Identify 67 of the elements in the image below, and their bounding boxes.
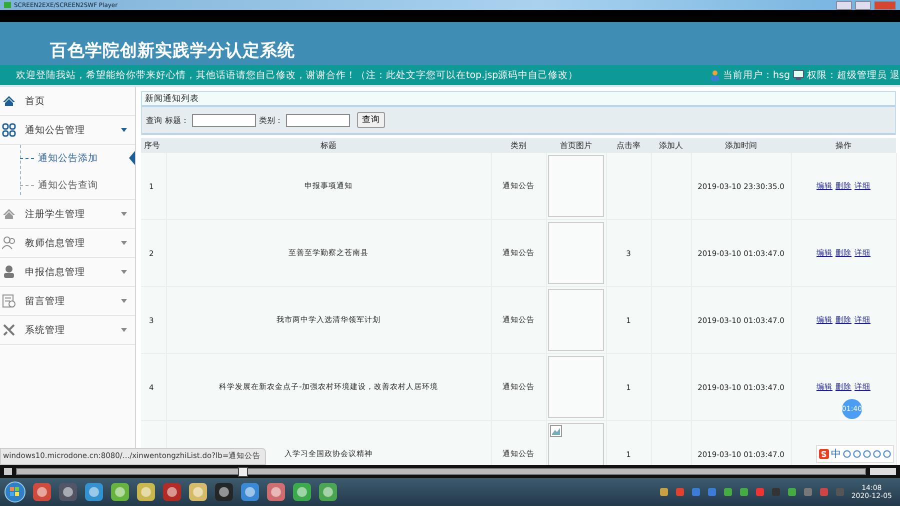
column-header: 操作 xyxy=(791,138,896,153)
house-icon xyxy=(2,207,16,221)
app-icon xyxy=(240,482,260,502)
panel-title: 新闻通知列表 xyxy=(145,92,199,104)
column-header: 首页图片 xyxy=(546,138,606,153)
ime-logo-icon xyxy=(819,449,829,459)
sidebar-item[interactable]: 注册学生管理 xyxy=(0,200,135,229)
search-button[interactable]: 查询 xyxy=(357,112,385,128)
app-icon xyxy=(84,482,104,502)
sidebar-item[interactable]: 留言管理 xyxy=(0,287,135,316)
app-icon xyxy=(318,482,338,502)
app-icon xyxy=(266,482,286,502)
app-icon xyxy=(162,482,182,502)
field-label: 类别： xyxy=(259,114,283,126)
tray-icon xyxy=(819,487,830,497)
sidebar-item[interactable]: 通知公告管理 xyxy=(0,116,135,145)
input-field[interactable] xyxy=(192,114,256,126)
field-label: 标题： xyxy=(165,114,189,126)
tray-icon xyxy=(787,487,798,497)
system-title: 百色学院创新实践学分认定系统 xyxy=(50,40,295,62)
app-icon xyxy=(188,482,208,502)
sidebar-item[interactable]: 申报信息管理 xyxy=(0,258,135,287)
current-user: 当前用户：hsg xyxy=(722,68,790,82)
person-icon xyxy=(2,265,16,279)
ime-mode[interactable]: 中 xyxy=(831,447,841,461)
tray-icon xyxy=(771,487,782,497)
column-header: 点击率 xyxy=(606,138,651,153)
minimize-button[interactable] xyxy=(836,0,852,10)
tray-icon xyxy=(707,487,718,497)
tray-icon xyxy=(803,487,814,497)
tray-icon xyxy=(675,487,686,497)
tray-icon xyxy=(723,487,734,497)
input-field[interactable] xyxy=(286,114,350,126)
seek-bar[interactable] xyxy=(16,468,866,475)
user-role: 权限：超级管理员 xyxy=(807,68,887,82)
sidebar-item[interactable]: 首页 xyxy=(0,87,135,116)
people-icon xyxy=(2,236,16,250)
tray-icon xyxy=(755,487,766,497)
user-icon xyxy=(708,70,720,80)
app-icon xyxy=(110,482,130,502)
tray-icon xyxy=(659,487,670,497)
app-icon xyxy=(4,1,11,9)
column-header: 标题 xyxy=(166,138,491,153)
home-icon xyxy=(2,94,16,108)
column-header: 序号 xyxy=(141,138,166,153)
app-icon xyxy=(32,482,52,502)
column-header: 添加人 xyxy=(651,138,691,153)
submenu-item[interactable]: 通知公告查询 xyxy=(0,172,135,199)
sidebar-item[interactable]: 教师信息管理 xyxy=(0,229,135,258)
monitor-icon xyxy=(793,70,804,80)
app-icon xyxy=(136,482,156,502)
app-icon xyxy=(58,482,78,502)
tools-icon xyxy=(2,323,16,337)
welcome-text: 欢迎登陆我站，希望能给你带来好心情，其他话语请您自己修改，谢谢合作！（注：此处文字您可以在top.jsp源码中自己修改） xyxy=(16,68,578,82)
search-label: 查询 xyxy=(146,114,162,126)
grid-icon xyxy=(2,123,16,137)
tray-icon xyxy=(835,487,846,497)
column-header: 类别 xyxy=(491,138,546,153)
broken-image-icon xyxy=(550,425,562,437)
app-icon xyxy=(214,482,234,502)
tray-icon xyxy=(739,487,750,497)
close-button[interactable] xyxy=(874,0,896,10)
app-icon xyxy=(292,482,312,502)
sidebar-item[interactable]: 系统管理 xyxy=(0,316,135,345)
tray-icon xyxy=(691,487,702,497)
maximize-button[interactable] xyxy=(855,0,871,10)
column-header: 添加时间 xyxy=(691,138,791,153)
